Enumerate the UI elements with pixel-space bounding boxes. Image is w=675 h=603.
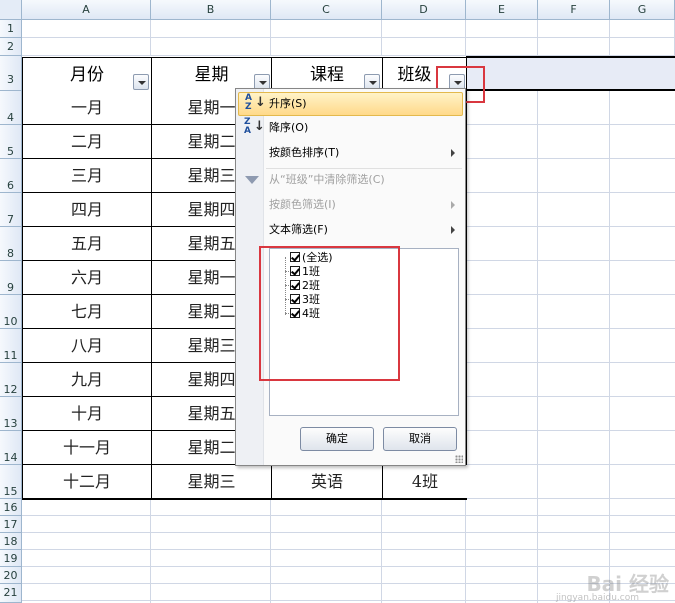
- filter-dropdown-month[interactable]: [133, 74, 149, 90]
- highlight-box-checklist: [259, 246, 400, 381]
- resize-grip-icon[interactable]: [455, 455, 463, 463]
- menu-item-sort-ascending[interactable]: A Z ↓ 升序(S): [238, 92, 463, 116]
- sort-descending-icon: Z A ↓: [244, 117, 265, 136]
- cancel-button[interactable]: 取消: [383, 427, 457, 451]
- row-header-17[interactable]: 17: [0, 516, 22, 533]
- header-label-course: 课程: [310, 65, 344, 85]
- header-label-month: 月份: [70, 65, 104, 85]
- selected-band-row3[interactable]: [466, 56, 675, 91]
- row-header-2[interactable]: 2: [0, 38, 22, 56]
- table-cell[interactable]: 十二月: [23, 465, 152, 499]
- menu-item-label: 降序(O): [269, 121, 309, 134]
- row-header-13[interactable]: 13: [0, 397, 22, 431]
- column-header-a[interactable]: A: [22, 0, 151, 20]
- cell[interactable]: [382, 20, 466, 38]
- row-header-11[interactable]: 11: [0, 329, 22, 363]
- cell[interactable]: [538, 38, 610, 56]
- column-header-e[interactable]: E: [466, 0, 538, 20]
- watermark-url: jingyan.baidu.com: [555, 593, 639, 603]
- column-header-b[interactable]: B: [151, 0, 271, 20]
- table-cell[interactable]: 七月: [23, 295, 152, 329]
- submenu-arrow-icon: [451, 201, 455, 209]
- cell[interactable]: [466, 38, 538, 56]
- menu-item-label: 文本筛选(F): [269, 223, 328, 236]
- table-cell[interactable]: 九月: [23, 363, 152, 397]
- menu-item-clear-filter[interactable]: 从“班级”中清除筛选(C): [238, 168, 463, 192]
- sort-ascending-icon: A Z ↓: [245, 93, 266, 112]
- column-header-g[interactable]: G: [610, 0, 675, 20]
- header-cell-month[interactable]: 月份: [22, 57, 152, 92]
- menu-item-sort-by-color[interactable]: 按颜色排序(T): [238, 141, 463, 165]
- cell[interactable]: [151, 38, 271, 56]
- row-header-14[interactable]: 14: [0, 431, 22, 465]
- header-label-class: 班级: [397, 65, 432, 85]
- grid-area-lower[interactable]: [22, 499, 675, 603]
- row-header-3[interactable]: 3: [0, 56, 22, 91]
- column-header-c[interactable]: C: [271, 0, 382, 20]
- header-cell-course[interactable]: 课程: [271, 57, 383, 92]
- table-cell[interactable]: 十月: [23, 397, 152, 431]
- row-header-7[interactable]: 7: [0, 193, 22, 227]
- table-cell[interactable]: 三月: [23, 159, 152, 193]
- submenu-arrow-icon: [451, 149, 455, 157]
- row-header-1[interactable]: 1: [0, 20, 22, 38]
- row-header-4[interactable]: 4: [0, 91, 22, 125]
- header-label-weekday: 星期: [194, 65, 229, 85]
- cell[interactable]: [22, 20, 151, 38]
- cell[interactable]: [271, 20, 382, 38]
- menu-item-sort-descending[interactable]: Z A ↓ 降序(O): [238, 116, 463, 140]
- row-header-10[interactable]: 10: [0, 295, 22, 329]
- row-header-19[interactable]: 19: [0, 550, 22, 567]
- grid-area-right[interactable]: [466, 91, 675, 499]
- header-cell-weekday[interactable]: 星期: [151, 57, 272, 92]
- cell[interactable]: [271, 38, 382, 56]
- column-header-f[interactable]: F: [538, 0, 610, 20]
- table-cell[interactable]: 四月: [23, 193, 152, 227]
- menu-item-label: 按颜色排序(T): [269, 146, 340, 159]
- row-header-15[interactable]: 15: [0, 465, 22, 499]
- row-header-5[interactable]: 5: [0, 125, 22, 159]
- table-cell[interactable]: 一月: [23, 91, 152, 125]
- select-all-corner[interactable]: [0, 0, 22, 20]
- ok-button[interactable]: 确定: [300, 427, 374, 451]
- row-header-21[interactable]: 21: [0, 584, 22, 603]
- clear-filter-icon: [245, 176, 259, 184]
- row-header-9[interactable]: 9: [0, 261, 22, 295]
- cell[interactable]: [466, 20, 538, 38]
- row-header-8[interactable]: 8: [0, 227, 22, 261]
- row-header-12[interactable]: 12: [0, 363, 22, 397]
- table-cell[interactable]: 十一月: [23, 431, 152, 465]
- cell[interactable]: [151, 20, 271, 38]
- menu-item-label: 按颜色筛选(I): [269, 198, 336, 211]
- row-header-20[interactable]: 20: [0, 567, 22, 584]
- menu-item-text-filter[interactable]: 文本筛选(F): [238, 218, 463, 242]
- cell[interactable]: [382, 38, 466, 56]
- row-header-6[interactable]: 6: [0, 159, 22, 193]
- row-header-18[interactable]: 18: [0, 533, 22, 550]
- menu-item-label: 升序(S): [269, 97, 307, 110]
- menu-item-label: 从“班级”中清除筛选(C): [269, 173, 385, 186]
- table-cell[interactable]: 六月: [23, 261, 152, 295]
- cell[interactable]: [538, 20, 610, 38]
- table-cell[interactable]: 4班: [383, 465, 467, 499]
- submenu-arrow-icon: [451, 226, 455, 234]
- table-cell[interactable]: 二月: [23, 125, 152, 159]
- cell[interactable]: [22, 38, 151, 56]
- column-header-d[interactable]: D: [382, 0, 466, 20]
- row-header-16[interactable]: 16: [0, 499, 22, 516]
- table-cell[interactable]: 五月: [23, 227, 152, 261]
- table-cell[interactable]: 星期三: [152, 465, 272, 499]
- menu-item-filter-by-color[interactable]: 按颜色筛选(I): [238, 193, 463, 217]
- table-cell[interactable]: 八月: [23, 329, 152, 363]
- cell[interactable]: [610, 38, 675, 56]
- table-cell[interactable]: 英语: [272, 465, 383, 499]
- cell[interactable]: [610, 20, 675, 38]
